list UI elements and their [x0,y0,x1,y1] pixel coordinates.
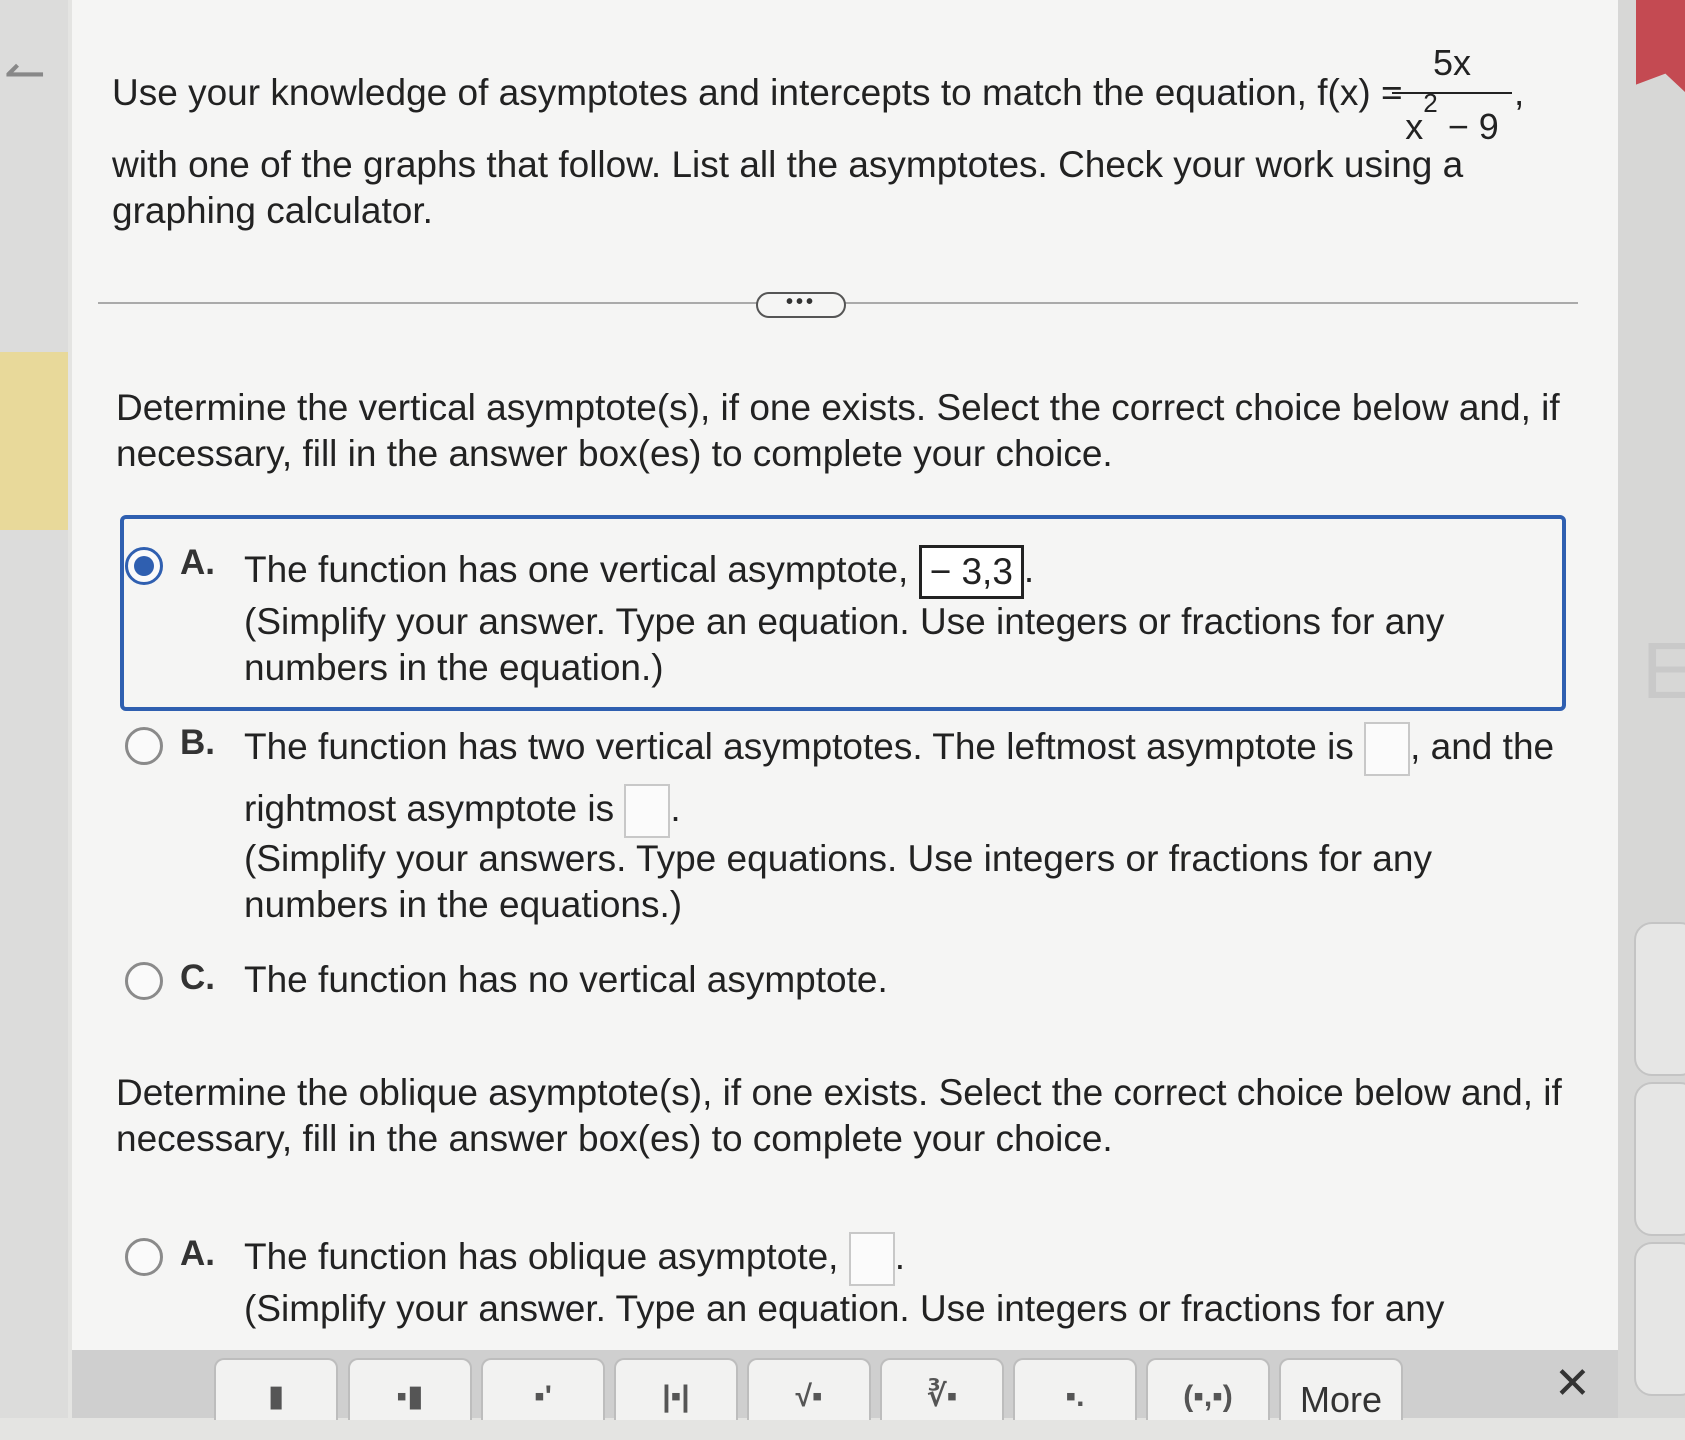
question-line-1: Use your knowledge of asymptotes and int… [112,72,1403,113]
choice-a-letter: A. [180,543,215,582]
expand-more-button[interactable]: ••• [756,292,846,318]
choice-a-radio[interactable] [125,547,163,585]
choice-b-letter: B. [180,723,215,762]
decimal-tool-button[interactable]: ▪. [1013,1358,1137,1420]
more-tools-button[interactable]: More [1279,1358,1403,1420]
absolute-value-tool-button[interactable]: |▪| [614,1358,738,1420]
back-arrow-icon[interactable]: ↼ [4,48,46,98]
right-edge-letter: E [1642,626,1685,715]
choice-c-letter: C. [180,958,215,997]
close-toolbar-icon[interactable]: ✕ [1554,1358,1591,1409]
fraction-tool-button[interactable]: ▮ [214,1358,338,1420]
oblique-choice-a-radio[interactable] [125,1238,163,1276]
vertical-prompt: Determine the vertical asymptote(s), if … [116,387,1560,474]
side-tab[interactable] [1634,1242,1685,1396]
exponent-tool-button[interactable]: ▪' [481,1358,605,1420]
oblique-choice-a-letter: A. [180,1234,215,1273]
left-sidebar [0,0,68,1418]
ordered-pair-tool-button[interactable]: (▪,▪) [1146,1358,1270,1420]
rightmost-asymptote-answer-box[interactable] [624,784,671,839]
equation-fraction: 5x x2 − 9 [1392,42,1512,147]
question-line-3: graphing calculator. [112,190,433,231]
square-root-tool-button[interactable]: √▪ [747,1358,871,1420]
oblique-prompt: Determine the oblique asymptote(s), if o… [116,1072,1562,1159]
choice-b-radio[interactable] [125,727,163,765]
side-tab[interactable] [1634,1082,1685,1236]
side-tab[interactable] [1634,922,1685,1076]
left-highlight [0,352,68,530]
mixed-number-tool-button[interactable]: ▪▮ [348,1358,472,1420]
fraction-numerator: 5x [1432,42,1472,83]
question-line-2: with one of the graphs that follow. List… [112,144,1464,185]
vertical-asymptote-answer-box[interactable]: − 3,3 [918,545,1024,600]
choice-c-radio[interactable] [125,962,163,1000]
nth-root-tool-button[interactable]: ∛▪ [880,1358,1004,1420]
oblique-asymptote-answer-box[interactable] [848,1232,895,1287]
leftmost-asymptote-answer-box[interactable] [1364,722,1411,777]
